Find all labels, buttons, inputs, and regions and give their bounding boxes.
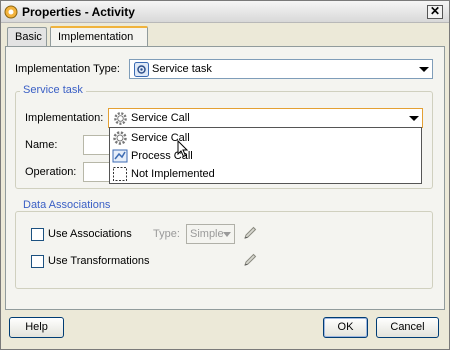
- close-icon: ✕: [429, 4, 441, 18]
- implementation-value: Service Call: [131, 112, 190, 124]
- use-associations-label: Use Associations: [48, 228, 132, 240]
- title-bar[interactable]: Properties - Activity ✕: [1, 1, 449, 23]
- dropdown-option-not-implemented[interactable]: Not Implemented: [110, 165, 421, 183]
- cancel-button[interactable]: Cancel: [376, 317, 439, 338]
- properties-dialog: Properties - Activity ✕ Basic Implementa…: [0, 0, 450, 350]
- help-button[interactable]: Help: [9, 317, 64, 338]
- implementation-label: Implementation:: [25, 112, 104, 124]
- implementation-type-select[interactable]: Service task: [129, 59, 433, 79]
- dialog-title: Properties - Activity: [22, 5, 135, 19]
- tab-basic[interactable]: Basic: [7, 27, 47, 46]
- edit-pencil-icon[interactable]: [242, 225, 258, 241]
- mouse-cursor-icon: [177, 140, 189, 158]
- gear-icon: [114, 112, 127, 125]
- data-associations-group: [15, 211, 433, 289]
- chevron-down-icon[interactable]: [419, 67, 429, 72]
- edit-pencil-icon[interactable]: [242, 252, 258, 268]
- operation-label: Operation:: [25, 166, 77, 178]
- app-icon: [4, 5, 18, 19]
- chevron-down-icon[interactable]: [223, 232, 231, 237]
- ok-button[interactable]: OK: [323, 317, 368, 338]
- type-value: Simple: [190, 228, 224, 240]
- tab-implementation[interactable]: Implementation: [50, 26, 148, 46]
- dropdown-option-process-call[interactable]: Process Call: [110, 147, 421, 165]
- gear-icon: [113, 131, 127, 145]
- implementation-select[interactable]: Service Call: [108, 108, 423, 128]
- process-icon: [112, 149, 128, 163]
- close-button[interactable]: ✕: [427, 5, 443, 19]
- chevron-down-icon[interactable]: [409, 116, 419, 121]
- use-transformations-label: Use Transformations: [48, 255, 150, 267]
- dashed-box-icon: [113, 167, 127, 181]
- dropdown-option-service-call[interactable]: Service Call: [110, 129, 421, 147]
- service-task-icon: [134, 62, 149, 77]
- implementation-type-value: Service task: [152, 63, 212, 75]
- data-associations-group-title: Data Associations: [20, 199, 114, 211]
- type-label: Type:: [153, 228, 180, 240]
- dropdown-option-label: Not Implemented: [131, 168, 215, 180]
- type-select[interactable]: Simple: [186, 224, 235, 244]
- implementation-type-label: Implementation Type:: [15, 63, 120, 75]
- use-associations-checkbox[interactable]: [31, 228, 44, 241]
- service-task-group-title: Service task: [20, 84, 86, 96]
- implementation-dropdown-list: Service Call Process Call Not Implemente…: [109, 127, 422, 184]
- name-label: Name:: [25, 139, 58, 151]
- use-transformations-checkbox[interactable]: [31, 255, 44, 268]
